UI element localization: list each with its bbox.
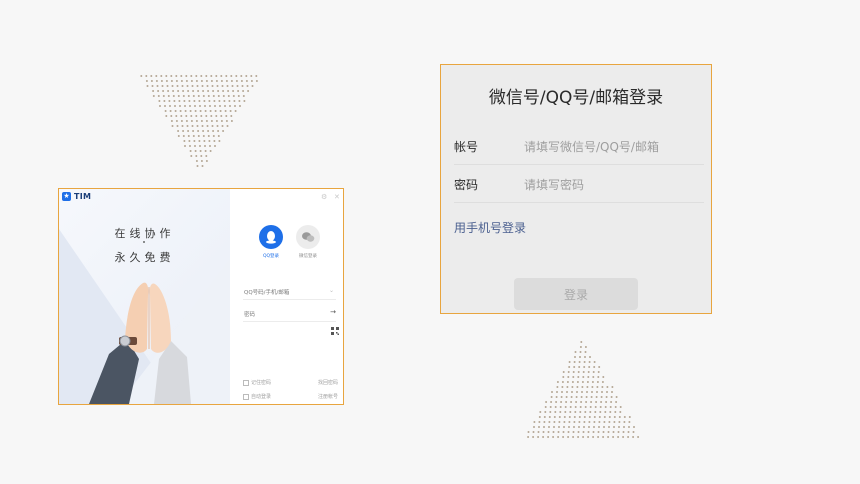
- tim-login-form: ⚙ ✕ QQ登录 微信登录 QQ号码/手机/邮箱 ⌄ 密码 → 记住密码 找回密…: [230, 189, 343, 404]
- qq-penguin-icon: [259, 225, 283, 249]
- auto-login-label: 自动登录: [251, 394, 272, 400]
- tab-qq-login-label: QQ登录: [262, 253, 280, 259]
- qr-code-icon[interactable]: [331, 327, 339, 335]
- checkbox-icon: [243, 379, 249, 386]
- dotted-triangle-decoration-top: [140, 75, 258, 167]
- account-label: 帐号: [454, 140, 479, 154]
- arrow-right-icon[interactable]: →: [330, 308, 336, 316]
- retrieve-password-link[interactable]: 找回密码: [318, 379, 338, 386]
- tab-wechat-login-label: 微信登录: [298, 253, 317, 259]
- login-button[interactable]: 登录: [514, 278, 638, 310]
- phone-login-link[interactable]: 用手机号登录: [454, 219, 526, 236]
- chevron-down-icon[interactable]: ⌄: [329, 287, 334, 294]
- password-label: 密码: [454, 178, 479, 192]
- checkbox-icon: [243, 393, 249, 400]
- tim-promo-panel: ★ TIM 在线协作 永久免费: [59, 189, 230, 404]
- close-icon[interactable]: ✕: [334, 193, 340, 201]
- remember-password-label: 记住密码: [251, 380, 272, 386]
- settings-gear-icon[interactable]: ⚙: [321, 193, 327, 201]
- tim-account-input[interactable]: QQ号码/手机/邮箱 ⌄: [243, 285, 336, 300]
- account-login-panel: 微信号/QQ号/邮箱登录 帐号 请填写微信号/QQ号/邮箱 密码 请填写密码 用…: [440, 64, 712, 314]
- account-field[interactable]: 帐号 请填写微信号/QQ号/邮箱: [454, 127, 704, 165]
- tim-password-input[interactable]: 密码 →: [243, 307, 336, 322]
- register-account-link[interactable]: 注册帐号: [318, 393, 338, 400]
- praying-hands-illustration: [59, 229, 230, 404]
- auto-login-checkbox[interactable]: 自动登录: [243, 393, 271, 400]
- page-title: 微信号/QQ号/邮箱登录: [488, 88, 664, 108]
- tab-qq-login[interactable]: QQ登录: [256, 225, 286, 259]
- password-input-placeholder[interactable]: 请填写密码: [524, 176, 584, 193]
- wechat-icon: [296, 225, 320, 249]
- tim-login-window: ★ TIM 在线协作 永久免费 ⚙ ✕ QQ登录 微信登录 QQ号码/手机/邮箱…: [58, 188, 344, 405]
- password-field[interactable]: 密码 请填写密码: [454, 165, 704, 203]
- dotted-triangle-decoration-bottom: [527, 341, 640, 438]
- tim-account-placeholder: QQ号码/手机/邮箱: [244, 290, 290, 296]
- account-input-placeholder[interactable]: 请填写微信号/QQ号/邮箱: [524, 138, 659, 155]
- tab-wechat-login[interactable]: 微信登录: [293, 225, 323, 259]
- tim-password-placeholder: 密码: [244, 312, 256, 318]
- remember-password-checkbox[interactable]: 记住密码: [243, 379, 271, 386]
